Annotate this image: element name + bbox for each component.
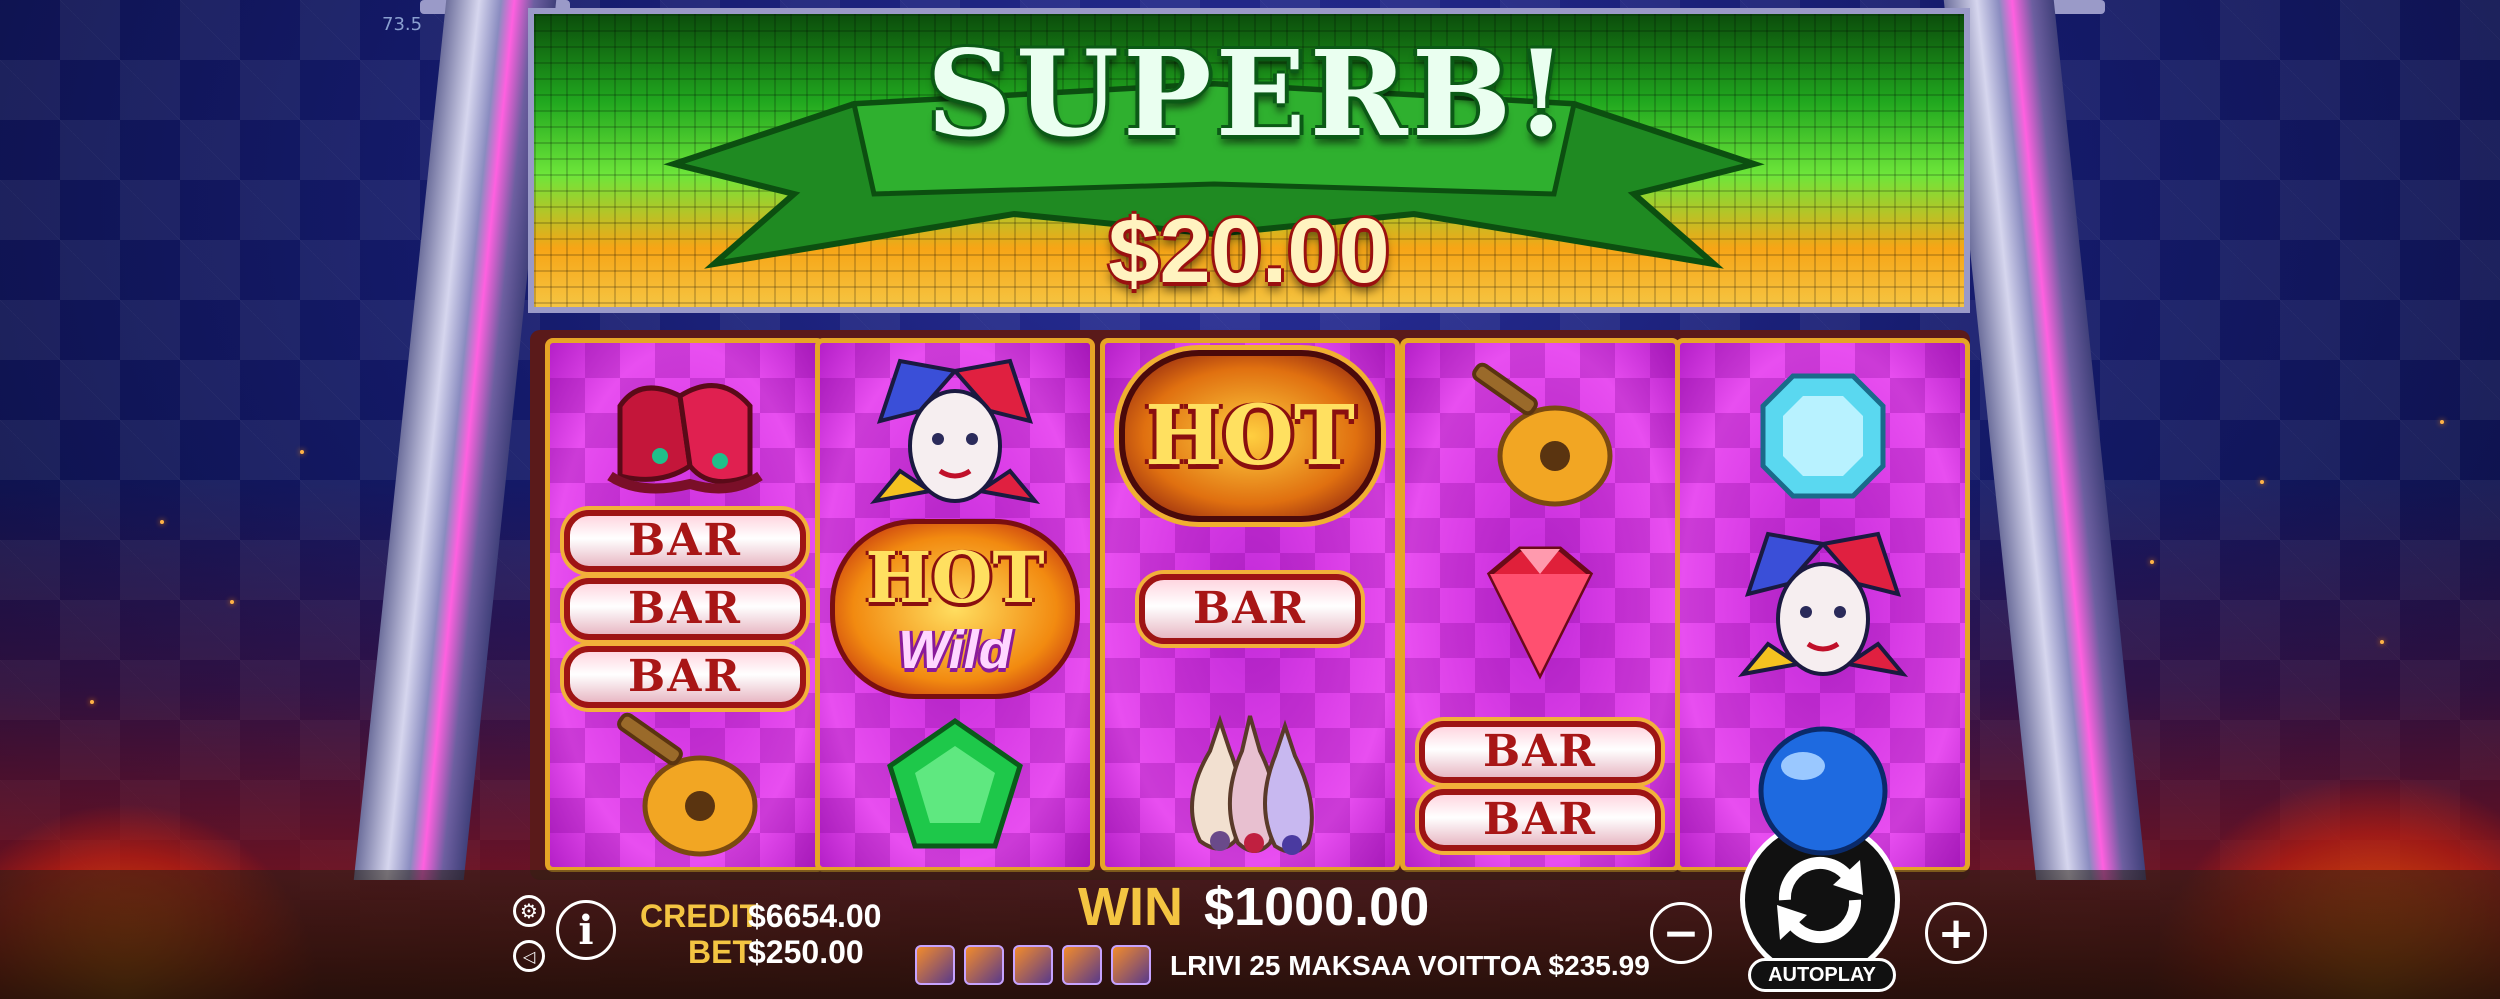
wolf-icon — [1013, 945, 1054, 985]
ember — [2440, 420, 2444, 424]
ember — [90, 700, 94, 704]
emerald-icon — [887, 717, 1023, 848]
ember — [230, 600, 234, 604]
symbol-lute — [550, 698, 820, 867]
symbol-hot: HOT — [1105, 348, 1395, 523]
symbol-emerald — [820, 698, 1090, 867]
bet-plus-button[interactable]: + — [1925, 902, 1987, 964]
top-left-number: 73.5 — [382, 14, 423, 35]
ember — [160, 520, 164, 524]
symbol-juggling-pins — [1105, 698, 1395, 867]
lute-icon — [1472, 362, 1613, 506]
wolf-icon — [964, 945, 1005, 985]
ember — [2380, 640, 2384, 644]
settings-gear-icon[interactable]: ⚙ — [513, 895, 545, 927]
symbol-bar-2: BAR BAR — [1405, 698, 1675, 867]
ember — [2260, 480, 2264, 484]
info-button[interactable]: i — [556, 900, 616, 960]
wolf-icon — [1062, 945, 1103, 985]
banner-title: SUPERB! — [926, 24, 1572, 163]
bet-value: $250.00 — [748, 934, 864, 970]
bar-symbol-text: BAR — [564, 577, 806, 640]
reel-4: BAR BAR — [1400, 338, 1680, 872]
ruby-icon — [1486, 546, 1594, 680]
bet-label: BET — [688, 934, 752, 970]
lute-icon — [617, 712, 758, 856]
ember — [300, 450, 304, 454]
symbol-jester-mask — [820, 348, 1090, 523]
symbol-bar-3: BAR BAR BAR — [550, 509, 820, 708]
win-value: $1000.00 — [1204, 877, 1430, 937]
credit-value: $6654.00 — [748, 898, 882, 934]
bar-symbol-text: BAR — [1419, 720, 1661, 783]
symbol-diamond — [1680, 348, 1965, 523]
symbol-lute — [1405, 348, 1675, 523]
wolf-icons — [915, 945, 1155, 989]
reel-2: HOT Wild — [815, 338, 1095, 872]
bar-symbol-text: BAR — [564, 509, 806, 572]
sound-icon[interactable]: ◁ — [513, 940, 545, 972]
win-label: WIN — [1078, 877, 1183, 937]
symbol-jester-boots — [550, 348, 820, 523]
jester-mask-icon — [869, 358, 1041, 504]
hot-wild-bottom-text: Wild — [898, 620, 1012, 680]
symbol-bar-1: BAR — [1105, 521, 1395, 696]
win-banner: SUPERB! $20.00 — [528, 8, 1970, 313]
jester-mask-icon — [1737, 531, 1908, 677]
symbol-ruby — [1405, 521, 1675, 696]
jester-boots-icon — [607, 382, 763, 493]
line-win-info: LRIVI 25 MAKSAA VOITTOA $235.99 — [1170, 950, 1650, 981]
reel-3: HOT BAR — [1100, 338, 1400, 872]
banner-win-amount: $20.00 — [1108, 200, 1390, 302]
bet-minus-button[interactable]: − — [1650, 902, 1712, 964]
symbol-jester-mask — [1680, 521, 1965, 696]
reel-5 — [1675, 338, 1970, 872]
symbol-hot-wild: HOT Wild — [820, 518, 1090, 699]
hot-symbol-text: HOT — [1145, 387, 1355, 484]
wolf-icon — [1111, 945, 1152, 985]
credit-label: CREDIT — [640, 898, 760, 934]
reel-1: BAR BAR BAR — [545, 338, 825, 872]
bar-symbol-text: BAR — [1419, 788, 1661, 851]
autoplay-button[interactable]: AUTOPLAY — [1748, 958, 1896, 992]
juggling-pins-icon — [1190, 714, 1314, 855]
bar-symbol-text: BAR — [1139, 573, 1361, 644]
ember — [2150, 560, 2154, 564]
diamond-icon — [1760, 373, 1885, 498]
blue-orb-icon — [1758, 726, 1887, 855]
wolf-icon — [915, 945, 955, 985]
hot-wild-top-text: HOT — [865, 536, 1045, 619]
symbol-blue-orb — [1680, 698, 1965, 867]
